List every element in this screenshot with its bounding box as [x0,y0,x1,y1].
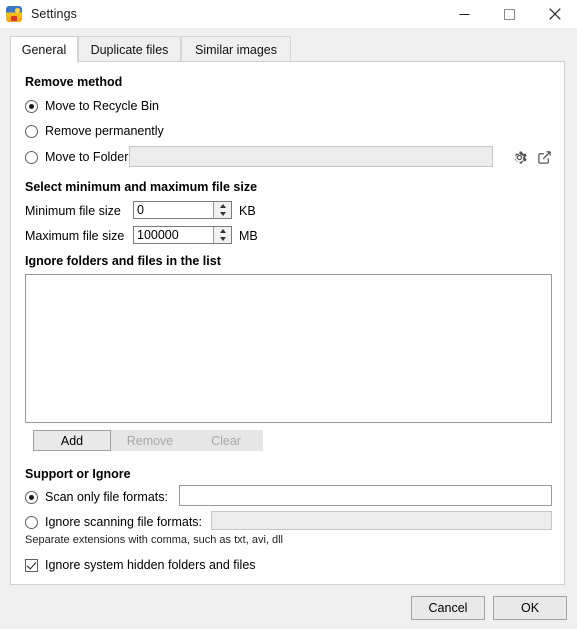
extensions-hint: Separate extensions with comma, such as … [25,534,284,546]
remove-button: Remove [111,430,189,451]
radio-scan-only-file-formats[interactable]: Scan only file formats: [25,490,168,504]
gear-icon [514,151,527,163]
radio-move-to-folder-indicator[interactable] [25,150,38,164]
maximum-file-size-increment[interactable] [214,227,231,235]
minimum-file-size-increment[interactable] [214,202,231,210]
maximize-icon [504,8,515,20]
remove-method-heading: Remove method [25,75,123,89]
minimum-file-size-arrows[interactable] [213,202,231,218]
ignore-list-heading: Ignore folders and files in the list [25,254,221,268]
cancel-button[interactable]: Cancel [411,596,485,620]
move-to-folder-path-input[interactable] [129,146,493,167]
close-icon [548,8,561,20]
support-or-ignore-heading: Support or Ignore [25,467,131,481]
radio-ignore-scanning-label: Ignore scanning file formats: [45,515,203,529]
minimize-button[interactable] [442,0,487,28]
clear-button-label: Clear [211,433,241,448]
checkbox-ignore-system-hidden[interactable]: Ignore system hidden folders and files [25,558,256,572]
radio-ignore-scanning-indicator[interactable] [25,515,38,529]
radio-scan-only-indicator[interactable] [25,490,38,504]
settings-panel: Remove method Move to Recycle Bin Remove… [10,61,565,585]
radio-move-to-recycle-bin-indicator[interactable] [25,99,38,113]
app-icon-accent [11,16,17,21]
minimum-file-size-input[interactable] [134,202,213,218]
add-button-label: Add [60,433,84,448]
radio-move-to-folder[interactable]: Move to Folder [25,150,128,164]
maximum-file-size-decrement[interactable] [214,235,231,243]
app-icon-sun [15,8,20,13]
maximize-button[interactable] [487,0,532,28]
ok-button-label: OK [520,601,540,615]
tab-similar-images[interactable]: Similar images [181,36,291,62]
ok-button[interactable]: OK [493,596,567,620]
minimum-file-size-label: Minimum file size [25,204,121,218]
minimum-file-size-unit: KB [239,204,256,218]
ignore-list-box[interactable] [25,274,552,423]
tab-similar-images-label: Similar images [195,42,277,57]
window-title: Settings [31,7,77,21]
radio-move-to-recycle-bin-label: Move to Recycle Bin [45,99,159,113]
open-external-icon [537,150,551,164]
minimize-icon [459,13,470,15]
close-button[interactable] [532,0,577,28]
maximum-file-size-label: Maximum file size [25,229,125,243]
maximum-file-size-stepper[interactable] [133,226,232,244]
tab-duplicate-files[interactable]: Duplicate files [78,36,181,62]
file-size-heading: Select minimum and maximum file size [25,180,258,194]
radio-remove-permanently-indicator[interactable] [25,124,38,138]
tab-duplicate-files-label: Duplicate files [90,42,169,57]
remove-button-label: Remove [126,433,174,448]
app-icon [6,6,22,22]
maximum-file-size-arrows[interactable] [213,227,231,243]
scan-only-file-formats-input[interactable] [179,485,552,506]
radio-remove-permanently-label: Remove permanently [45,124,164,138]
radio-move-to-folder-label: Move to Folder [45,150,129,164]
minimum-file-size-stepper[interactable] [133,201,232,219]
ignore-scanning-file-formats-input[interactable] [211,511,552,530]
radio-ignore-scanning-file-formats[interactable]: Ignore scanning file formats: [25,515,202,529]
open-external-button[interactable] [532,145,556,169]
radio-move-to-recycle-bin[interactable]: Move to Recycle Bin [25,99,159,113]
maximum-file-size-input[interactable] [134,227,213,243]
tab-general-label: General [21,42,67,57]
minimum-file-size-decrement[interactable] [214,210,231,218]
tab-strip: General Duplicate files Similar images [0,36,577,63]
checkbox-ignore-system-hidden-label: Ignore system hidden folders and files [45,558,256,572]
tab-general[interactable]: General [10,36,78,63]
title-bar: Settings [0,0,577,28]
radio-scan-only-label: Scan only file formats: [45,490,168,504]
maximum-file-size-unit: MB [239,229,258,243]
cancel-button-label: Cancel [428,601,468,615]
add-button[interactable]: Add [33,430,111,451]
clear-button: Clear [189,430,263,451]
gear-icon-button[interactable] [507,145,531,169]
radio-remove-permanently[interactable]: Remove permanently [25,124,164,138]
checkbox-ignore-system-hidden-indicator[interactable] [25,558,38,572]
window-controls [442,0,577,28]
